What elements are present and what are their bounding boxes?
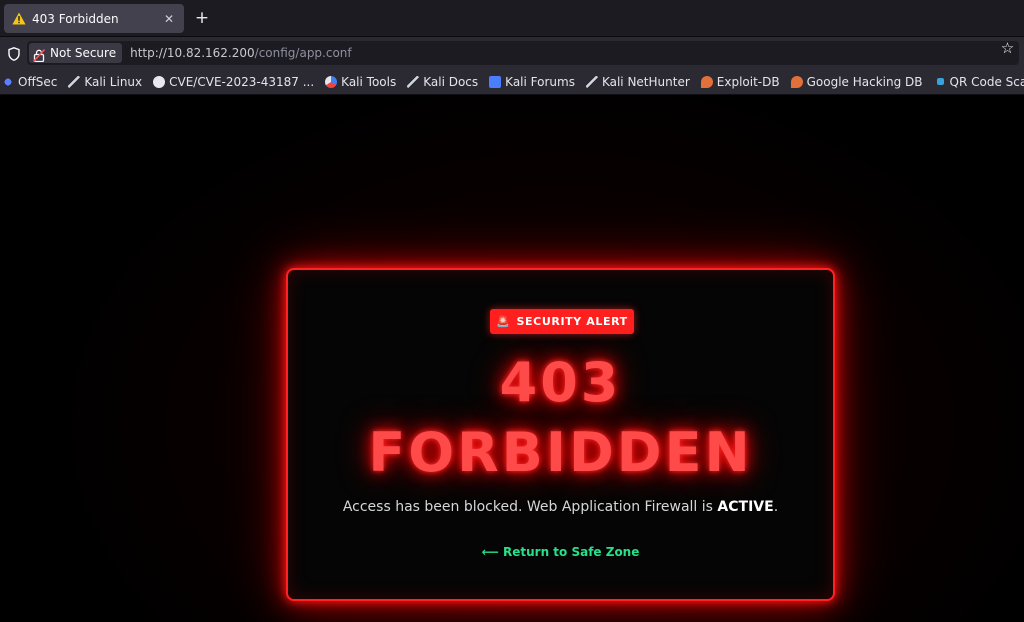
- shield-icon[interactable]: [8, 46, 20, 61]
- bookmark-label: Kali NetHunter: [601, 74, 690, 89]
- bookmark-kali-tools[interactable]: Kali Tools: [325, 75, 396, 89]
- security-alert-label: SECURITY ALERT: [516, 315, 628, 328]
- security-alert-badge: 🚨 SECURITY ALERT: [490, 309, 634, 334]
- navigation-bar: Not Secure http://10.82.162.200/config/a…: [0, 37, 1024, 69]
- exploit-db-icon: [790, 75, 803, 88]
- kali-tools-icon: [325, 75, 338, 88]
- bookmark-kali-linux[interactable]: Kali Linux: [68, 75, 142, 89]
- close-tab-icon[interactable]: ✕: [162, 12, 176, 26]
- error-title: FORBIDDEN: [368, 421, 753, 484]
- bookmark-kali-forums[interactable]: Kali Forums: [489, 75, 575, 89]
- not-secure-label: Not Secure: [50, 46, 117, 60]
- warning-icon: [12, 12, 26, 25]
- url-path: /config/app.conf: [254, 46, 352, 60]
- bookmark-exploit-db[interactable]: Exploit-DB: [700, 74, 780, 89]
- url-host: http://10.82.162.200: [130, 46, 255, 60]
- bookmark-kali-docs[interactable]: Kali Docs: [407, 75, 478, 89]
- tab-strip: 403 Forbidden ✕ +: [0, 0, 1024, 37]
- waf-status: ACTIVE: [717, 499, 774, 515]
- bookmark-cve[interactable]: CVE/CVE-2023-43187 ...: [153, 75, 314, 89]
- bookmarks-toolbar: OffSec Kali Linux CVE/CVE-2023-43187 ...…: [0, 69, 1024, 95]
- siren-icon: 🚨: [496, 315, 511, 328]
- qr-icon: [936, 78, 944, 85]
- site-security-indicator[interactable]: Not Secure: [29, 43, 123, 63]
- kali-forums-icon: [489, 75, 502, 88]
- bookmark-google-hacking-db[interactable]: Google Hacking DB: [790, 74, 923, 89]
- new-tab-button[interactable]: +: [192, 8, 212, 28]
- bookmark-label: Kali Tools: [341, 74, 397, 89]
- exploit-db-icon: [700, 75, 713, 88]
- forbidden-card: 🚨 SECURITY ALERT 403 FORBIDDEN Access has…: [286, 268, 835, 601]
- bookmark-star-icon[interactable]: ☆: [999, 40, 1016, 57]
- bookmark-label: Kali Linux: [84, 74, 143, 89]
- tab-403-forbidden[interactable]: 403 Forbidden ✕: [4, 4, 184, 33]
- bookmark-label: QR Code Scanner Onli...: [949, 74, 1024, 89]
- bookmark-label: Kali Forums: [505, 74, 575, 89]
- insecure-lock-icon: [32, 47, 46, 62]
- offsec-icon: [2, 75, 14, 88]
- kali-dragon-icon: [407, 75, 420, 88]
- bookmark-label: CVE/CVE-2023-43187 ...: [169, 74, 315, 89]
- block-message: Access has been blocked. Web Application…: [288, 499, 833, 515]
- bookmark-offsec[interactable]: OffSec: [2, 75, 57, 89]
- bookmark-qr-code-scanner[interactable]: QR Code Scanner Onli...: [934, 75, 1024, 89]
- url-bar[interactable]: Not Secure http://10.82.162.200/config/a…: [27, 41, 1019, 65]
- bookmark-label: OffSec: [18, 74, 58, 89]
- return-to-safe-zone-link[interactable]: ⟵ Return to Safe Zone: [288, 545, 833, 559]
- page-content: 🚨 SECURITY ALERT 403 FORBIDDEN Access has…: [0, 96, 1024, 622]
- bookmark-label: Google Hacking DB: [806, 74, 923, 89]
- kali-dragon-icon: [585, 75, 598, 88]
- tab-title: 403 Forbidden: [32, 11, 119, 26]
- kali-dragon-icon: [68, 75, 81, 88]
- github-icon: [153, 75, 166, 88]
- bookmark-label: Exploit-DB: [716, 74, 780, 89]
- bookmark-kali-nethunter[interactable]: Kali NetHunter: [585, 74, 690, 89]
- bookmark-label: Kali Docs: [423, 74, 479, 89]
- error-code: 403: [499, 351, 622, 414]
- message-text: Access has been blocked. Web Application…: [342, 499, 718, 515]
- message-end: .: [773, 499, 779, 515]
